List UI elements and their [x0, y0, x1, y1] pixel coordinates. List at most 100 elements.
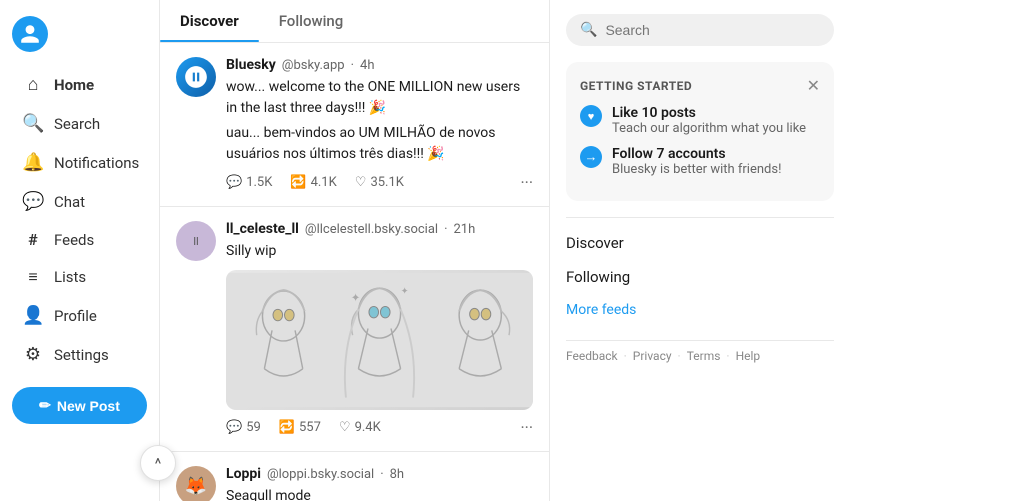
gs-like-title: Like 10 posts	[612, 105, 806, 121]
post-header-loppi: Loppi @loppi.bsky.social · 8h	[226, 466, 533, 482]
reply-action-bluesky[interactable]: 💬 1.5K	[226, 173, 272, 192]
settings-icon: ⚙	[22, 344, 44, 365]
reply-icon: 💬	[226, 175, 242, 190]
like-action-ll[interactable]: ♡ 9.4K	[339, 418, 381, 437]
divider-feeds	[566, 217, 834, 218]
sidebar-item-lists[interactable]: ≡ Lists	[12, 259, 147, 295]
divider-footer	[566, 340, 834, 341]
post-sep-loppi: ·	[380, 467, 383, 482]
post-avatar-bluesky[interactable]	[176, 57, 216, 97]
chat-icon: 💬	[22, 191, 44, 212]
sidebar-label-feeds: Feeds	[54, 231, 94, 249]
footer-links: Feedback · Privacy · Terms · Help	[566, 349, 834, 363]
more-action-ll[interactable]: ···	[520, 418, 533, 437]
gs-follow-content: Follow 7 accounts Bluesky is better with…	[612, 146, 781, 177]
feeds-icon: #	[22, 230, 44, 249]
post-age-ll: 21h	[453, 222, 475, 237]
repost-icon: 🔁	[290, 175, 306, 190]
post-text-loppi: Seagull mode	[226, 486, 533, 501]
post-age-bluesky: 4h	[360, 58, 374, 73]
sidebar-label-lists: Lists	[54, 268, 86, 286]
gs-header: GETTING STARTED ✕	[580, 76, 820, 95]
user-avatar[interactable]	[12, 16, 48, 52]
gs-follow-subtitle: Bluesky is better with friends!	[612, 162, 781, 177]
scroll-up-button[interactable]: ^	[140, 445, 176, 481]
footer-feedback[interactable]: Feedback	[566, 349, 618, 363]
lists-icon: ≡	[22, 267, 44, 287]
gs-like-content: Like 10 posts Teach our algorithm what y…	[612, 105, 806, 136]
post-loppi: 🦊 Loppi @loppi.bsky.social · 8h Seagull …	[160, 452, 549, 501]
post-content-bluesky: Bluesky @bsky.app · 4h wow... welcome to…	[226, 57, 533, 192]
sidebar-label-chat: Chat	[54, 193, 85, 211]
chevron-up-icon: ^	[155, 454, 162, 473]
tab-discover[interactable]: Discover	[160, 0, 259, 42]
sidebar-item-feeds[interactable]: # Feeds	[12, 222, 147, 257]
svg-text:✦: ✦	[401, 286, 409, 297]
post-author-bluesky: Bluesky	[226, 57, 276, 73]
new-post-icon: ✏	[39, 397, 51, 414]
post-header-ll: ll_celeste_ll @llcelestell.bsky.social ·…	[226, 221, 533, 237]
post-avatar-loppi[interactable]: 🦊	[176, 466, 216, 501]
post-author-loppi: Loppi	[226, 466, 261, 482]
footer-terms[interactable]: Terms	[687, 349, 721, 363]
right-sidebar: 🔍 GETTING STARTED ✕ ♥ Like 10 posts Teac…	[550, 0, 850, 501]
post-bluesky: Bluesky @bsky.app · 4h wow... welcome to…	[160, 43, 549, 207]
gs-like-subtitle: Teach our algorithm what you like	[612, 121, 806, 136]
like-action-bluesky[interactable]: ♡ 35.1K	[355, 173, 404, 192]
gs-close-button[interactable]: ✕	[807, 76, 820, 95]
post-sep-ll: ·	[444, 222, 447, 237]
feed-main: Discover Following Bluesky @bsky.app · 4…	[160, 0, 550, 501]
new-post-button[interactable]: ✏ New Post	[12, 387, 147, 424]
gs-like-icon: ♥	[580, 105, 602, 127]
like-icon: ♡	[355, 175, 367, 190]
sidebar-item-chat[interactable]: 💬 Chat	[12, 183, 147, 220]
post-actions-bluesky: 💬 1.5K 🔁 4.1K ♡ 35.1K ···	[226, 173, 533, 192]
post-handle-bluesky: @bsky.app	[282, 58, 345, 73]
footer-help[interactable]: Help	[736, 349, 761, 363]
repost-count-ll: 557	[299, 420, 321, 435]
post-author-ll: ll_celeste_ll	[226, 221, 299, 237]
search-box[interactable]: 🔍	[566, 14, 834, 46]
search-input[interactable]	[605, 22, 820, 38]
repost-icon-ll: 🔁	[279, 420, 295, 435]
feeds-discover[interactable]: Discover	[566, 226, 834, 260]
like-icon-ll: ♡	[339, 420, 351, 435]
post-header-bluesky: Bluesky @bsky.app · 4h	[226, 57, 533, 73]
repost-action-ll[interactable]: 🔁 557	[279, 418, 321, 437]
sidebar-item-settings[interactable]: ⚙ Settings	[12, 336, 147, 373]
feeds-following[interactable]: Following	[566, 260, 834, 294]
post-text-ll: Silly wip	[226, 241, 533, 262]
more-action-bluesky[interactable]: ···	[520, 173, 533, 192]
profile-icon: 👤	[22, 305, 44, 326]
search-icon: 🔍	[22, 113, 44, 134]
gs-item-like: ♥ Like 10 posts Teach our algorithm what…	[580, 105, 820, 136]
footer-sep1: ·	[624, 349, 627, 363]
like-count-bluesky: 35.1K	[370, 175, 404, 190]
feeds-more[interactable]: More feeds	[566, 294, 834, 326]
post-handle-ll: @llcelestell.bsky.social	[305, 222, 438, 237]
sidebar-label-settings: Settings	[54, 346, 109, 364]
footer-privacy[interactable]: Privacy	[633, 349, 672, 363]
repost-count-bluesky: 4.1K	[311, 175, 337, 190]
sidebar-label-notifications: Notifications	[54, 154, 139, 172]
sidebar-label-home: Home	[54, 76, 94, 94]
post-avatar-ll[interactable]: ll	[176, 221, 216, 261]
post-age-loppi: 8h	[390, 467, 404, 482]
sidebar-label-search: Search	[54, 115, 100, 133]
repost-action-bluesky[interactable]: 🔁 4.1K	[290, 173, 336, 192]
reply-action-ll[interactable]: 💬 59	[226, 418, 261, 437]
sidebar-item-profile[interactable]: 👤 Profile	[12, 297, 147, 334]
sidebar-item-notifications[interactable]: 🔔 Notifications	[12, 144, 147, 181]
feed-tabs: Discover Following	[160, 0, 549, 43]
post-text-bluesky-en: wow... welcome to the ONE MILLION new us…	[226, 77, 533, 119]
post-content-ll: ll_celeste_ll @llcelestell.bsky.social ·…	[226, 221, 533, 437]
svg-text:✦: ✦	[351, 291, 361, 305]
sidebar-item-search[interactable]: 🔍 Search	[12, 105, 147, 142]
gs-title: GETTING STARTED	[580, 79, 692, 93]
post-handle-loppi: @loppi.bsky.social	[267, 467, 374, 482]
sidebar-label-profile: Profile	[54, 307, 97, 325]
footer-sep2: ·	[678, 349, 681, 363]
tab-following[interactable]: Following	[259, 0, 364, 42]
sidebar-item-home[interactable]: ⌂ Home	[12, 66, 147, 103]
post-time-bluesky: ·	[351, 58, 354, 73]
